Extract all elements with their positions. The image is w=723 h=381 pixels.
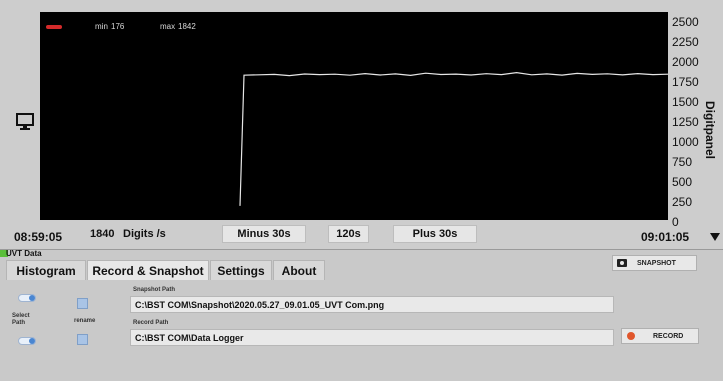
- tab-histogram[interactable]: Histogram: [6, 260, 86, 280]
- y-axis-title: Digitpanel: [703, 100, 717, 160]
- record-button[interactable]: RECORD: [621, 328, 699, 344]
- y-tick-label: 1000: [672, 135, 699, 149]
- tab-about[interactable]: About: [273, 260, 325, 280]
- legend-min-label: min: [95, 22, 108, 31]
- minus-30s-button[interactable]: Minus 30s: [222, 225, 306, 243]
- signal-plot: min 176 max 1842: [40, 12, 668, 220]
- y-axis-label: Digitpanel: [700, 60, 720, 200]
- tab-record-snapshot[interactable]: Record & Snapshot: [87, 260, 209, 280]
- select-path-label: Select Path: [12, 313, 30, 326]
- y-tick-label: 2000: [672, 55, 699, 69]
- series-line: [239, 71, 668, 206]
- y-tick-label: 2500: [672, 15, 699, 29]
- end-time: 09:01:05: [641, 230, 690, 244]
- select-path-toggle-record[interactable]: [18, 337, 36, 345]
- legend-max-label: max: [160, 22, 176, 31]
- camera-icon: [617, 259, 627, 267]
- snapshot-button-label: SNAPSHOT: [637, 259, 676, 267]
- snapshot-path-label: Snapshot Path: [133, 287, 176, 293]
- y-tick-label: 1250: [672, 115, 699, 129]
- monitor-icon[interactable]: [14, 110, 36, 132]
- y-tick-label: 1500: [672, 95, 699, 109]
- y-tick-label: 2250: [672, 35, 699, 49]
- plus-30s-button[interactable]: Plus 30s: [393, 225, 477, 243]
- record-dot-icon: [627, 332, 635, 340]
- rename-snapshot-button[interactable]: [77, 298, 88, 309]
- legend-max-value: 1842: [178, 22, 196, 31]
- select-path-toggle-snapshot[interactable]: [18, 294, 36, 302]
- legend-series-swatch: [46, 25, 62, 29]
- section-title: UVT Data: [6, 249, 42, 258]
- snapshot-path-field[interactable]: C:\BST COM\Snapshot\2020.05.27_09.01.05_…: [130, 296, 614, 313]
- y-tick-label: 500: [672, 175, 693, 189]
- rate-unit: Digits /s: [123, 228, 166, 240]
- rename-label: rename: [74, 318, 96, 324]
- window-120s-button[interactable]: 120s: [328, 225, 369, 243]
- tab-settings[interactable]: Settings: [210, 260, 272, 280]
- scroll-down-icon[interactable]: [709, 230, 721, 242]
- snapshot-button[interactable]: SNAPSHOT: [612, 255, 697, 271]
- start-time: 08:59:05: [14, 230, 63, 244]
- legend-min-value: 176: [111, 22, 125, 31]
- y-tick-label: 1750: [672, 75, 699, 89]
- y-tick-label: 750: [672, 155, 693, 169]
- rate-value: 1840: [90, 228, 115, 240]
- record-path-label: Record Path: [133, 320, 169, 326]
- line-chart: [239, 71, 668, 206]
- y-tick-label: 250: [672, 195, 693, 209]
- record-button-label: RECORD: [653, 332, 684, 340]
- y-tick-label: 0: [672, 215, 679, 229]
- rename-record-button[interactable]: [77, 334, 88, 345]
- record-path-field[interactable]: C:\BST COM\Data Logger: [130, 329, 614, 346]
